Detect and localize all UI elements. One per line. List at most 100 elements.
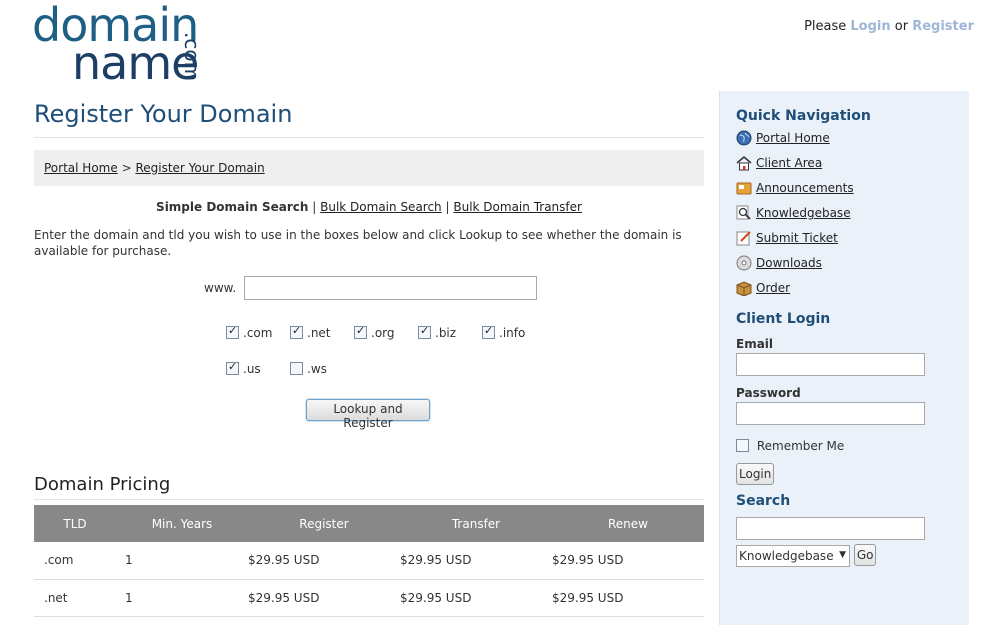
tab-bulk-transfer[interactable]: Bulk Domain Transfer <box>453 200 582 214</box>
tld-checkbox[interactable] <box>418 324 431 339</box>
pricing-header-cell: Transfer <box>400 505 552 542</box>
tld-checkbox[interactable] <box>226 360 239 375</box>
tld-row: .us .ws <box>226 360 546 398</box>
lookup-register-button[interactable]: Lookup and Register <box>306 399 430 430</box>
tld-checkbox[interactable] <box>482 324 495 339</box>
top-register-link[interactable]: Register <box>912 19 974 34</box>
nav-link[interactable]: Portal Home <box>756 131 830 145</box>
breadcrumb-separator: > <box>121 161 132 175</box>
tld-option-ws[interactable]: .ws <box>290 362 354 376</box>
go-button[interactable]: Go <box>853 544 877 566</box>
table-row: .net 1 $29.95 USD $29.95 USD $29.95 USD <box>34 579 704 617</box>
magnifier-icon <box>736 205 752 221</box>
nav-item-order[interactable]: Order <box>736 280 953 305</box>
note-icon <box>736 230 752 246</box>
site-logo[interactable]: domain name .com <box>32 2 232 86</box>
nav-link[interactable]: Submit Ticket <box>756 231 838 245</box>
tld-checkbox[interactable] <box>226 324 239 339</box>
sidebar: Quick Navigation Portal Home Client Area A… <box>719 91 969 625</box>
top-login-link[interactable]: Login <box>850 19 890 34</box>
remember-me-row[interactable]: Remember Me <box>736 439 953 453</box>
pricing-header-cell: Renew <box>552 505 704 542</box>
www-label: www. <box>204 281 237 295</box>
page-title: Register Your Domain <box>34 100 704 138</box>
tld-option-info[interactable]: .info <box>482 324 546 340</box>
email-label: Email <box>736 337 774 351</box>
pricing-cell: $29.95 USD <box>400 542 552 580</box>
tab-bulk-search[interactable]: Bulk Domain Search <box>320 200 442 214</box>
breadcrumb: Portal Home > Register Your Domain <box>34 150 704 186</box>
pricing-cell: .net <box>34 579 116 617</box>
breadcrumb-current[interactable]: Register Your Domain <box>135 161 264 175</box>
domain-input[interactable] <box>243 276 537 300</box>
login-button[interactable]: Login <box>736 463 775 485</box>
tld-checkbox[interactable] <box>290 324 303 339</box>
nav-link[interactable]: Downloads <box>756 256 822 270</box>
chevron-down-icon: ▼ <box>839 549 846 560</box>
globe-icon <box>736 130 752 146</box>
nav-item-knowledgebase[interactable]: Knowledgebase <box>736 205 953 230</box>
pricing-body: .com 1 $29.95 USD $29.95 USD $29.95 USD .net 1… <box>34 542 704 617</box>
house-icon <box>736 155 752 171</box>
disc-icon <box>736 255 752 271</box>
pricing-header-cell: Register <box>248 505 400 542</box>
remember-me-label: Remember Me <box>756 439 845 453</box>
nav-item-announcements[interactable]: Announcements <box>736 180 953 205</box>
pricing-cell: $29.95 USD <box>248 542 400 580</box>
tld-label: .org <box>371 326 395 340</box>
search-instructions: Enter the domain and tld you wish to use… <box>34 228 682 258</box>
tld-option-biz[interactable]: .biz <box>418 324 482 340</box>
pricing-cell: $29.95 USD <box>552 542 704 580</box>
quick-nav-list: Portal Home Client Area Announcements Knowl… <box>736 130 953 305</box>
tld-checkbox-grid: .com .net .org .biz .info .us .ws <box>226 324 546 398</box>
nav-item-portal-home[interactable]: Portal Home <box>736 130 953 155</box>
nav-link[interactable]: Announcements <box>756 181 854 195</box>
tld-row: .com .net .org .biz .info <box>226 324 546 362</box>
top-login-links: Please Login or Register <box>804 19 974 34</box>
pricing-cell: $29.95 USD <box>552 579 704 617</box>
pricing-header-row: TLD Min. Years Register Transfer Renew <box>34 505 704 542</box>
tld-option-us[interactable]: .us <box>226 360 290 376</box>
top-prefix: Please <box>804 19 847 34</box>
pricing-cell: $29.95 USD <box>248 579 400 617</box>
tld-option-com[interactable]: .com <box>226 324 290 340</box>
tld-label: .biz <box>435 326 457 340</box>
top-or: or <box>894 19 909 34</box>
main-content: Register Your Domain Portal Home > Regis… <box>34 100 704 617</box>
search-mode-tabs: Simple Domain Search | Bulk Domain Searc… <box>34 200 704 214</box>
pricing-title: Domain Pricing <box>34 474 704 500</box>
tld-checkbox[interactable] <box>290 362 303 375</box>
password-label: Password <box>736 386 801 400</box>
nav-link[interactable]: Order <box>756 281 790 295</box>
logo-suffix: .com <box>180 32 204 82</box>
nav-item-downloads[interactable]: Downloads <box>736 255 953 280</box>
search-scope-value: Knowledgebase <box>739 548 834 563</box>
search-title: Search <box>736 493 791 509</box>
tab-simple-search: Simple Domain Search <box>156 200 309 214</box>
search-controls: Knowledgebase ▼ Go <box>736 544 953 567</box>
remember-me-checkbox[interactable] <box>736 439 749 452</box>
domain-input-row: www. <box>34 276 704 300</box>
password-field[interactable] <box>736 402 925 425</box>
tld-label: .info <box>499 326 526 340</box>
nav-link[interactable]: Knowledgebase <box>756 206 851 220</box>
tld-label: .ws <box>307 362 327 376</box>
client-login-title: Client Login <box>736 311 831 327</box>
search-scope-select[interactable]: Knowledgebase ▼ <box>736 544 850 567</box>
nav-item-client-area[interactable]: Client Area <box>736 155 953 180</box>
tld-label: .us <box>243 362 261 376</box>
pricing-table: TLD Min. Years Register Transfer Renew .com 1… <box>34 505 704 617</box>
sidebar-search-input[interactable] <box>736 517 925 540</box>
tab-separator: | <box>445 200 450 214</box>
tld-checkbox[interactable] <box>354 324 367 339</box>
nav-link[interactable]: Client Area <box>756 156 822 170</box>
nav-item-submit-ticket[interactable]: Submit Ticket <box>736 230 953 255</box>
pricing-cell: 1 <box>116 579 248 617</box>
table-row: .com 1 $29.95 USD $29.95 USD $29.95 USD <box>34 542 704 580</box>
tld-option-org[interactable]: .org <box>354 324 418 340</box>
tld-option-net[interactable]: .net <box>290 324 354 340</box>
pricing-header-cell: TLD <box>34 505 116 542</box>
pricing-cell: 1 <box>116 542 248 580</box>
breadcrumb-home[interactable]: Portal Home <box>44 161 118 175</box>
email-field[interactable] <box>736 353 925 376</box>
